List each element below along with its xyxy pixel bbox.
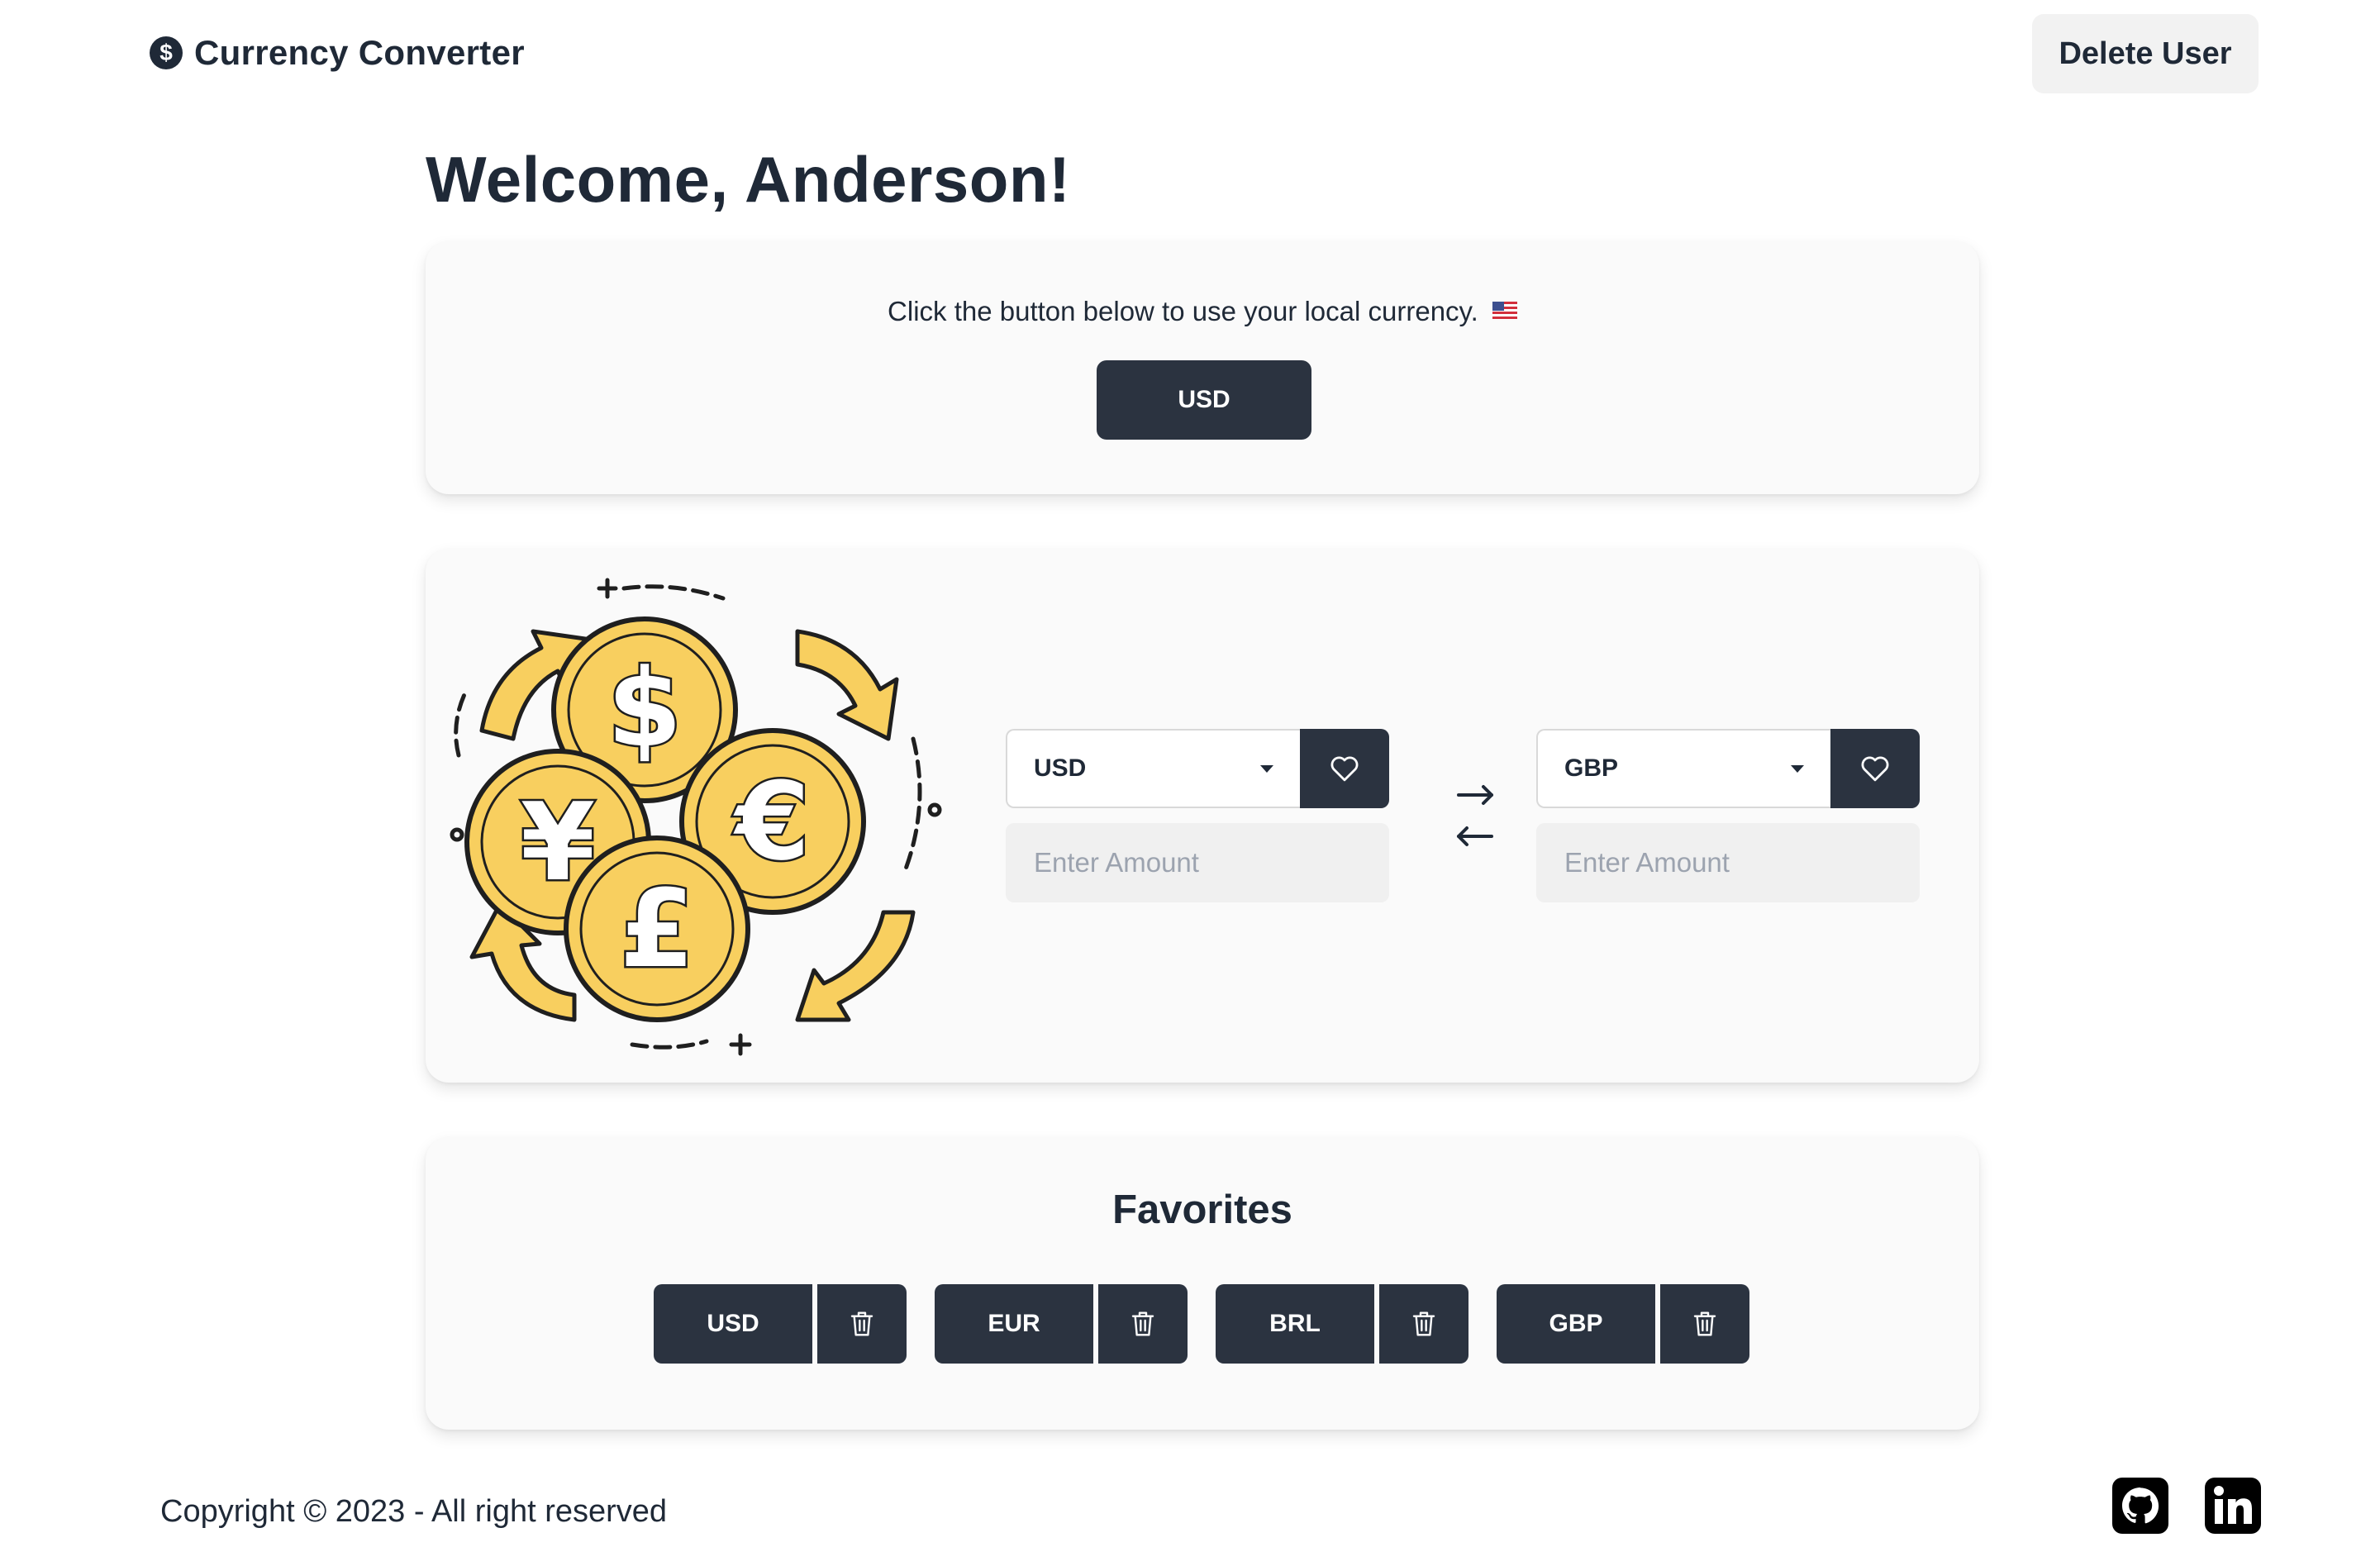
- favorite-currency-button[interactable]: USD: [654, 1284, 812, 1364]
- github-link[interactable]: [2112, 1478, 2168, 1534]
- top-bar: $ Currency Converter Delete User: [0, 0, 2380, 107]
- favorite-to-button[interactable]: [1830, 729, 1920, 808]
- from-currency-group: USD: [1006, 729, 1389, 808]
- favorites-list: USD EUR BRL GBP: [654, 1284, 1749, 1364]
- svg-text:£: £: [620, 866, 694, 992]
- delete-favorite-button[interactable]: [1379, 1284, 1468, 1364]
- brand-title: Currency Converter: [194, 33, 525, 72]
- delete-user-button[interactable]: Delete User: [2032, 14, 2259, 93]
- favorite-item: EUR: [935, 1284, 1188, 1364]
- delete-favorite-button[interactable]: [1660, 1284, 1749, 1364]
- from-currency-value: USD: [1034, 754, 1087, 782]
- github-icon: [2112, 1478, 2168, 1534]
- use-local-currency-button[interactable]: USD: [1097, 360, 1311, 440]
- welcome-heading: Welcome, Anderson!: [426, 143, 1071, 216]
- favorites-title: Favorites: [1112, 1188, 1292, 1232]
- copyright-text: Copyright © 2023 - All right reserved: [160, 1494, 668, 1529]
- dollar-icon: $: [150, 36, 183, 69]
- favorite-item: GBP: [1497, 1284, 1749, 1364]
- from-amount-input[interactable]: [1006, 823, 1389, 902]
- converter-card: $ ¥ € £ USD GBP: [426, 549, 1979, 1083]
- trash-icon: [1131, 1311, 1154, 1336]
- delete-favorite-button[interactable]: [1098, 1284, 1188, 1364]
- local-currency-card: Click the button below to use your local…: [426, 241, 1979, 494]
- trash-icon: [850, 1311, 873, 1336]
- delete-favorite-button[interactable]: [817, 1284, 907, 1364]
- heart-icon: [1330, 756, 1359, 782]
- us-flag-icon: [1492, 302, 1517, 321]
- from-currency-select[interactable]: USD: [1006, 729, 1300, 808]
- svg-text:$: $: [607, 645, 682, 771]
- to-currency-group: GBP: [1536, 729, 1920, 808]
- trash-icon: [1412, 1311, 1435, 1336]
- linkedin-link[interactable]: [2205, 1478, 2261, 1534]
- favorite-currency-button[interactable]: BRL: [1216, 1284, 1374, 1364]
- to-currency-select[interactable]: GBP: [1536, 729, 1830, 808]
- to-amount-input[interactable]: [1536, 823, 1920, 902]
- trash-icon: [1693, 1311, 1716, 1336]
- chevron-down-icon: [1791, 764, 1804, 773]
- heart-icon: [1861, 756, 1889, 782]
- svg-text:€: €: [733, 759, 810, 884]
- currency-exchange-illustration: $ ¥ € £: [450, 578, 942, 1056]
- favorite-currency-button[interactable]: GBP: [1497, 1284, 1655, 1364]
- svg-text:¥: ¥: [521, 779, 595, 905]
- favorites-card: Favorites USD EUR BRL GBP: [426, 1137, 1979, 1430]
- local-currency-message: Click the button below to use your local…: [426, 296, 1979, 327]
- swap-arrows-icon: [1457, 785, 1493, 846]
- favorite-currency-button[interactable]: EUR: [935, 1284, 1093, 1364]
- favorite-item: USD: [654, 1284, 907, 1364]
- to-currency-value: GBP: [1564, 754, 1619, 782]
- favorite-from-button[interactable]: [1300, 729, 1389, 808]
- linkedin-icon: [2205, 1478, 2261, 1534]
- favorite-item: BRL: [1216, 1284, 1468, 1364]
- chevron-down-icon: [1260, 764, 1273, 773]
- brand[interactable]: $ Currency Converter: [150, 33, 525, 73]
- local-currency-text: Click the button below to use your local…: [888, 296, 1478, 326]
